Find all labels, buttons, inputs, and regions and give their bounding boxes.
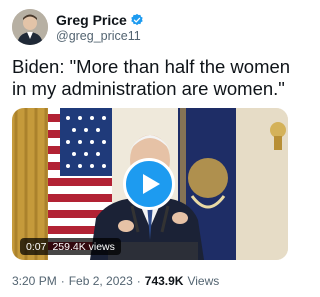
tweet-metadata: 3:20 PM · Feb 2, 2023 · 743.9K Views bbox=[12, 274, 219, 288]
tweet-views-count[interactable]: 743.9K bbox=[145, 274, 184, 288]
tweet-text: Biden: "More than half the women in my a… bbox=[12, 56, 291, 99]
author-handle[interactable]: @greg_price11 bbox=[56, 29, 141, 43]
meta-separator: · bbox=[136, 274, 141, 288]
name-line: Greg Price bbox=[56, 12, 144, 28]
tweet-card: Greg Price @greg_price11 Biden: "More th… bbox=[0, 0, 300, 297]
tweet-date[interactable]: Feb 2, 2023 bbox=[69, 274, 133, 288]
tweet-header: Greg Price @greg_price11 bbox=[12, 9, 288, 45]
avatar[interactable] bbox=[12, 9, 48, 45]
tweet-time[interactable]: 3:20 PM bbox=[12, 274, 57, 288]
video-player[interactable]: 0:07 259.4K views bbox=[12, 108, 288, 260]
play-icon bbox=[143, 174, 160, 194]
video-stats-badge: 0:07 259.4K views bbox=[20, 238, 121, 255]
play-button[interactable] bbox=[123, 158, 175, 210]
meta-separator: · bbox=[60, 274, 65, 288]
tweet-views-label: Views bbox=[187, 274, 220, 288]
video-duration: 0:07 bbox=[26, 240, 47, 253]
video-views: 259.4K views bbox=[52, 240, 115, 253]
verified-badge-icon bbox=[130, 13, 144, 27]
author-display-name[interactable]: Greg Price bbox=[56, 12, 127, 28]
